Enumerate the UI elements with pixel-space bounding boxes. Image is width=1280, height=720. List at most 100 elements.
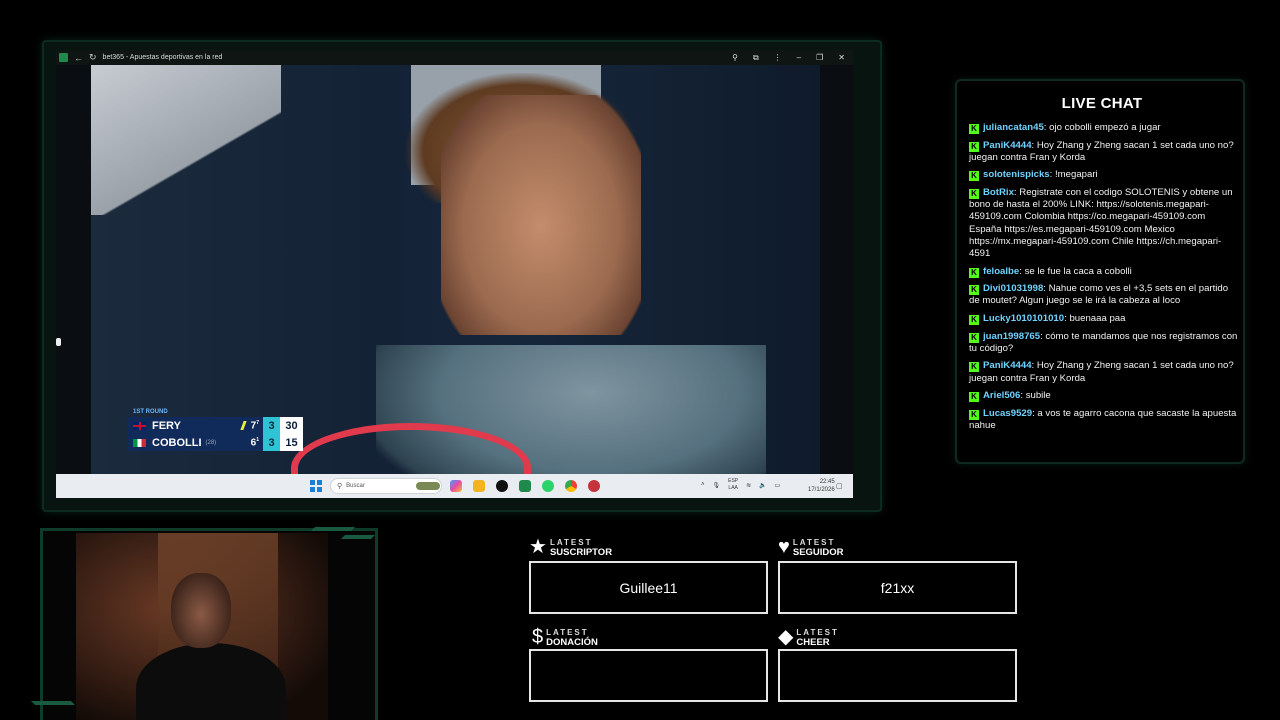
- player-row: COBOLLI (28) 61 3 15: [127, 434, 303, 451]
- player-row: FERY 77 3 30: [127, 417, 303, 434]
- chat-message: Kjuliancatan45: ojo cobolli empezó a jug…: [969, 122, 1239, 134]
- chat-text: !megapari: [1055, 169, 1098, 181]
- dollar-icon: $: [532, 626, 544, 648]
- volume-icon[interactable]: 🔈: [759, 482, 766, 489]
- chat-message: K PaniK4444: Hoy Zhang y Zheng sacan 1 se…: [969, 360, 1234, 384]
- windows-start-icon[interactable]: [310, 480, 322, 492]
- chat-username[interactable]: PaniK4444: [983, 360, 1032, 371]
- chat-message: K Lucky1010101010: buenaaa paa: [969, 313, 1239, 325]
- chat-text: buenaaa paa: [1069, 312, 1126, 324]
- chat-text: ojo cobolli empezó a jugar: [1049, 122, 1161, 133]
- folder-icon[interactable]: [473, 480, 485, 492]
- chat-username[interactable]: Lucas9529: [983, 408, 1032, 419]
- chat-username[interactable]: Lucky1010101010: [983, 313, 1064, 324]
- kick-badge-icon: K: [969, 141, 979, 152]
- chat-message: Ksolotenispicks: !megapari: [969, 169, 1239, 182]
- chat-username[interactable]: PaniK4444: [983, 140, 1032, 151]
- player-face: [441, 95, 641, 335]
- language-indicator[interactable]: ESP LAA: [728, 478, 738, 492]
- diamond-icon: ◆: [778, 626, 794, 648]
- chat-message: K PaniK4444: Hoy Zhang y Zheng sacan 1 se…: [969, 139, 1234, 163]
- windows-taskbar: ⚲ Buscar ˄ 🎙 ESP LAA ≋ 🔈 ▭ 22:45 17/1/2026…: [56, 474, 853, 498]
- chat-username[interactable]: juliancatan45: [983, 122, 1044, 133]
- player-name: COBOLLI: [152, 436, 202, 449]
- set2-score: 3: [263, 417, 280, 434]
- chat-username[interactable]: Ariel506: [983, 390, 1020, 401]
- bet365-tab-icon: [59, 53, 68, 62]
- widget-icon[interactable]: [416, 482, 440, 490]
- kick-badge-icon: K: [969, 124, 979, 134]
- wifi-icon[interactable]: ≋: [746, 482, 751, 489]
- kick-badge-icon: K: [969, 332, 979, 343]
- kick-badge-icon: K: [969, 314, 979, 325]
- tiktok-icon[interactable]: [496, 480, 508, 492]
- serve-indicator-icon: [240, 421, 247, 430]
- italy-flag-icon: [133, 438, 146, 447]
- chrome-icon[interactable]: [565, 480, 577, 492]
- chat-message: K Lucas9529: a vos te agarro cacona que s…: [969, 407, 1237, 431]
- points-score: 15: [280, 434, 303, 451]
- microphone-icon[interactable]: 🎙: [713, 482, 721, 489]
- chat-username[interactable]: solotenispicks: [983, 169, 1050, 180]
- latest-donacion-box: [529, 649, 768, 702]
- live-chat-panel: LIVE CHAT Kjuliancatan45: ojo cobolli em…: [955, 79, 1245, 464]
- set2-score: 3: [263, 434, 280, 451]
- chat-title: LIVE CHAT: [1061, 95, 1143, 112]
- copilot-icon[interactable]: [450, 480, 462, 492]
- search-placeholder: Buscar: [346, 483, 365, 489]
- points-score: 30: [280, 417, 303, 434]
- app-icon[interactable]: [588, 480, 600, 492]
- minimize-button[interactable]: –: [797, 53, 801, 63]
- latest-suscriptor-label: ★ LATEST SUSCRIPTOR: [529, 536, 613, 558]
- webcam-feed: [76, 533, 328, 720]
- heart-icon: ♥: [778, 536, 790, 558]
- zoom-icon[interactable]: ⚲: [732, 53, 738, 63]
- system-tray: ˄ 🎙 ESP LAA ≋ 🔈 ▭: [701, 478, 780, 492]
- chat-message: Kfeloalbe: se le fue la caca a cobolli: [969, 266, 1239, 278]
- set1-score: 77: [250, 419, 259, 432]
- latest-donacion-label: $ LATEST DONACIÓN: [532, 626, 598, 648]
- chat-username[interactable]: BotRix: [983, 187, 1014, 198]
- puzzle-icon[interactable]: ⧉: [753, 53, 759, 63]
- kick-badge-icon: K: [969, 392, 979, 403]
- kick-badge-icon: K: [969, 171, 979, 182]
- kick-badge-icon: K: [969, 267, 979, 278]
- chat-message: K BotRix: Registrate con el codigo SOLOTE…: [969, 186, 1233, 259]
- latest-seguidor-box: f21xx: [778, 561, 1017, 614]
- uk-flag-icon: [133, 421, 146, 430]
- chat-username[interactable]: juan1998765: [983, 331, 1040, 342]
- latest-cheer-label: ◆ LATEST CHEER: [778, 626, 839, 648]
- browser-title: bet365 - Apuestas deportivas en la red: [102, 54, 223, 61]
- star-icon: ★: [529, 536, 547, 558]
- system-clock[interactable]: 22:45 17/1/2026: [808, 478, 835, 494]
- set1-score: 61: [250, 436, 259, 449]
- chat-message: K Ariel506: subile: [969, 390, 1239, 403]
- arrow-left-icon[interactable]: ←: [74, 53, 83, 63]
- chat-message: K Divi01031998: Nahue como ves el +3,5 se…: [969, 283, 1229, 307]
- bet365-app-icon[interactable]: [519, 480, 531, 492]
- kick-badge-icon: K: [969, 285, 979, 296]
- refresh-icon[interactable]: ↻: [89, 52, 97, 63]
- chat-message-list: Kjuliancatan45: ojo cobolli empezó a jug…: [969, 122, 1239, 438]
- chat-text: subile: [1025, 390, 1051, 402]
- kick-badge-icon: K: [969, 188, 979, 199]
- search-icon: ⚲: [337, 483, 343, 490]
- latest-seguidor-label: ♥ LATEST SEGUIDOR: [778, 536, 844, 558]
- mouse-cursor: [56, 338, 61, 346]
- whatsapp-icon[interactable]: [542, 480, 554, 492]
- browser-titlebar: ← ↻ bet365 - Apuestas deportivas en la r…: [56, 50, 853, 65]
- player-name: FERY: [152, 419, 181, 432]
- notification-icon[interactable]: ▢: [836, 482, 843, 490]
- latest-cheer-box: [778, 649, 1017, 702]
- chat-username[interactable]: Divi01031998: [983, 283, 1043, 294]
- round-label: 1ST ROUND: [133, 409, 168, 415]
- battery-icon[interactable]: ▭: [775, 482, 781, 489]
- scoreboard: 1ST ROUND FERY 77 3 30 COBOLLI (28) 61 3…: [127, 408, 303, 453]
- more-vert-icon[interactable]: ⋮: [774, 53, 782, 63]
- chevron-up-icon[interactable]: ˄: [701, 482, 705, 488]
- latest-suscriptor-box: Guillee11: [529, 561, 768, 614]
- maximize-button[interactable]: ❐: [816, 53, 823, 63]
- chat-username[interactable]: feloalbe: [983, 266, 1019, 277]
- close-button[interactable]: ✕: [838, 53, 845, 63]
- chat-text: se le fue la caca a cobolli: [1024, 265, 1132, 277]
